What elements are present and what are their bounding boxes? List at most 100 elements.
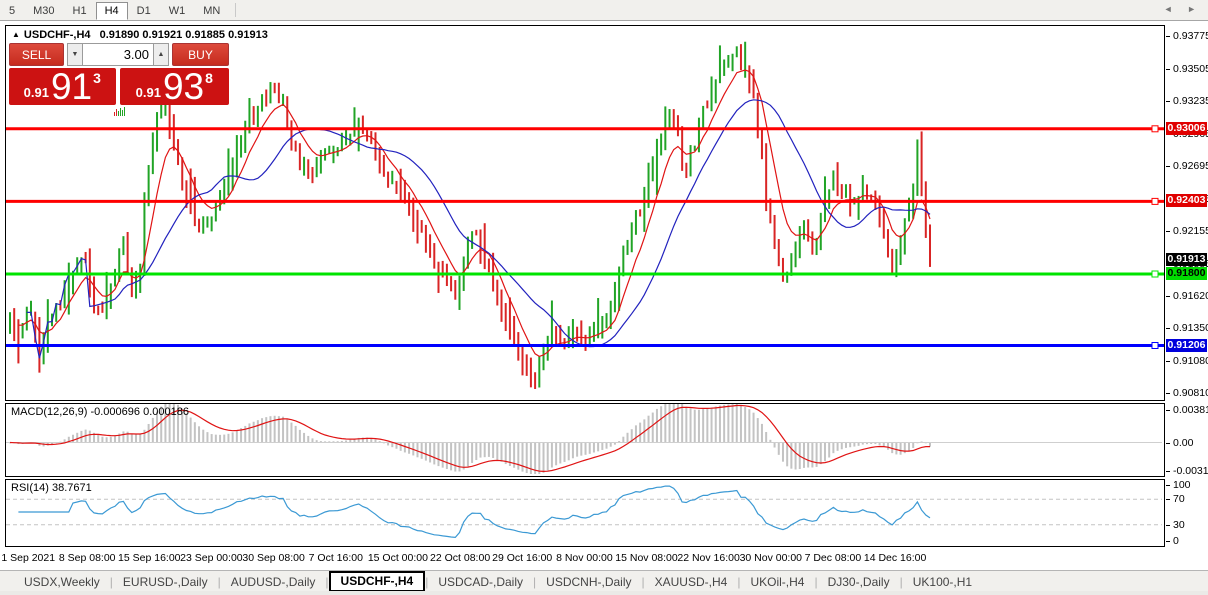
chart-tab-audusddaily[interactable]: AUDUSD-,Daily [221, 574, 326, 590]
chart-title: ▲ USDCHF-,H4 0.91890 0.91921 0.91885 0.91… [12, 29, 268, 41]
macd-label: -0.003115 [1173, 465, 1208, 477]
rsi-tick [1166, 499, 1170, 500]
macd-tick [1166, 471, 1170, 472]
price-label: 0.91350 [1173, 322, 1208, 334]
time-axis-label: 14 Dec 16:00 [864, 552, 926, 564]
rsi-tick [1166, 541, 1170, 542]
buy-button[interactable]: BUY [172, 43, 229, 66]
rsi-label: 30 [1173, 519, 1185, 531]
tick-bar [124, 107, 125, 116]
price-tick [1166, 296, 1170, 297]
chart-tab-usdxweekly[interactable]: USDX,Weekly [14, 574, 110, 590]
price-tick [1166, 101, 1170, 102]
time-axis-label: 7 Oct 16:00 [309, 552, 363, 564]
timeframe-button-mn[interactable]: MN [194, 3, 229, 19]
buy-price-prefix: 0.91 [136, 85, 161, 100]
macd-indicator-panel[interactable]: MACD(12,26,9) -0.000696 0.000186 [5, 403, 1165, 477]
macd-label: 0.003811 [1173, 404, 1208, 416]
timeframe-button-h1[interactable]: H1 [64, 3, 96, 19]
hline-price-marker[interactable]: 0.91206 [1166, 339, 1207, 352]
hline-price-marker[interactable]: 0.91800 [1166, 267, 1207, 280]
rsi-label: 100 [1173, 479, 1191, 491]
sell-price-big-digits: 91 [51, 68, 92, 105]
timeframe-button-w1[interactable]: W1 [160, 3, 195, 19]
tick-bar [120, 108, 121, 116]
hline-price-marker[interactable]: 0.93006 [1166, 122, 1207, 135]
chart-tab-xauusdh4[interactable]: XAUUSD-,H4 [645, 574, 738, 590]
price-tick [1166, 69, 1170, 70]
time-axis-label: 22 Oct 08:00 [430, 552, 490, 564]
timeframe-button-h4[interactable]: H4 [96, 2, 128, 20]
buy-price-big-digits: 93 [163, 68, 204, 105]
macd-tick [1166, 410, 1170, 411]
rsi-label: RSI(14) 38.7671 [11, 482, 92, 494]
time-axis-label: 15 Nov 08:00 [615, 552, 677, 564]
chart-ohlc-values: 0.91890 0.91921 0.91885 0.91913 [100, 29, 268, 41]
chart-tab-bar: USDX,Weekly|EURUSD-,Daily|AUDUSD-,Daily|… [0, 570, 1208, 592]
price-label: 0.93775 [1173, 30, 1208, 42]
mt4-terminal-window: 5M30H1H4D1W1MN ▲ USDCHF-,H4 0.91890 0.919… [0, 0, 1208, 595]
price-tick [1166, 361, 1170, 362]
sell-price-pip-digit: 3 [93, 70, 101, 105]
rsi-label: 0 [1173, 535, 1179, 547]
price-tick [1166, 231, 1170, 232]
chart-tab-dj30daily[interactable]: DJ30-,Daily [818, 574, 900, 590]
price-label: 0.90810 [1173, 387, 1208, 399]
tick-bar [116, 109, 117, 116]
toolbar-separator [235, 3, 236, 17]
macd-label: 0.00 [1173, 437, 1193, 449]
price-label: 0.93235 [1173, 95, 1208, 107]
chart-tab-uk100h1[interactable]: UK100-,H1 [903, 574, 982, 590]
price-tick [1166, 393, 1170, 394]
time-axis-label: 22 Nov 16:00 [677, 552, 739, 564]
chart-tab-ukoilh4[interactable]: UKOil-,H4 [740, 574, 814, 590]
timeframe-button-5[interactable]: 5 [0, 3, 24, 19]
sell-button[interactable]: SELL [9, 43, 64, 66]
timeframe-button-d1[interactable]: D1 [128, 3, 160, 19]
sell-price-display[interactable]: 0.91 91 3 [9, 68, 116, 105]
time-axis[interactable]: 1 Sep 20218 Sep 08:0015 Sep 16:0023 Sep … [5, 550, 1165, 568]
sell-price-prefix: 0.91 [24, 85, 49, 100]
hline-price-marker[interactable]: 0.92403 [1166, 194, 1207, 207]
rsi-indicator-chart[interactable] [6, 480, 1162, 544]
chart-symbol-label: USDCHF-,H4 [24, 29, 91, 41]
tick-chart-icon[interactable] [9, 106, 229, 116]
rsi-tick [1166, 525, 1170, 526]
collapse-arrow-icon[interactable]: ▲ [12, 30, 20, 39]
chart-tab-usdcnhdaily[interactable]: USDCNH-,Daily [536, 574, 641, 590]
time-axis-label: 1 Sep 2021 [1, 552, 55, 564]
volume-input[interactable] [83, 43, 153, 66]
timeframe-button-m30[interactable]: M30 [24, 3, 63, 19]
status-strip [0, 591, 1208, 595]
time-axis-label: 29 Oct 16:00 [492, 552, 552, 564]
volume-increase-button[interactable]: ▲ [153, 43, 169, 66]
tab-scroll-arrows[interactable]: ◄ ► [1164, 4, 1202, 14]
macd-tick [1166, 443, 1170, 444]
current-price-marker[interactable]: 0.91913 [1166, 253, 1207, 266]
price-label: 0.92695 [1173, 160, 1208, 172]
time-axis-label: 7 Dec 08:00 [805, 552, 862, 564]
buy-price-display[interactable]: 0.91 93 8 [120, 68, 229, 105]
chart-tab-usdchfh4[interactable]: USDCHF-,H4 [329, 571, 426, 592]
price-label: 0.91080 [1173, 355, 1208, 367]
price-label: 0.91620 [1173, 290, 1208, 302]
price-tick [1166, 36, 1170, 37]
price-tick [1166, 328, 1170, 329]
chart-tab-usdcaddaily[interactable]: USDCAD-,Daily [428, 574, 533, 590]
volume-spinner: ▼ ▲ [67, 43, 169, 66]
price-tick [1166, 166, 1170, 167]
time-axis-label: 30 Nov 00:00 [740, 552, 802, 564]
rsi-indicator-panel[interactable]: RSI(14) 38.7671 [5, 479, 1165, 547]
rsi-label: 70 [1173, 493, 1185, 505]
price-axis[interactable]: 0.937750.935050.932350.929650.926950.924… [1166, 25, 1208, 548]
price-label: 0.92155 [1173, 225, 1208, 237]
time-axis-label: 8 Nov 00:00 [556, 552, 613, 564]
buy-price-pip-digit: 8 [205, 70, 213, 105]
volume-decrease-button[interactable]: ▼ [67, 43, 83, 66]
tick-bar [114, 112, 115, 116]
tick-bar [118, 111, 119, 116]
one-click-trading-panel: SELL ▼ ▲ BUY 0.91 91 3 0.91 93 8 [9, 43, 229, 116]
price-chart-panel[interactable]: ▲ USDCHF-,H4 0.91890 0.91921 0.91885 0.91… [5, 25, 1165, 401]
time-axis-label: 8 Sep 08:00 [59, 552, 116, 564]
chart-tab-eurusddaily[interactable]: EURUSD-,Daily [113, 574, 218, 590]
